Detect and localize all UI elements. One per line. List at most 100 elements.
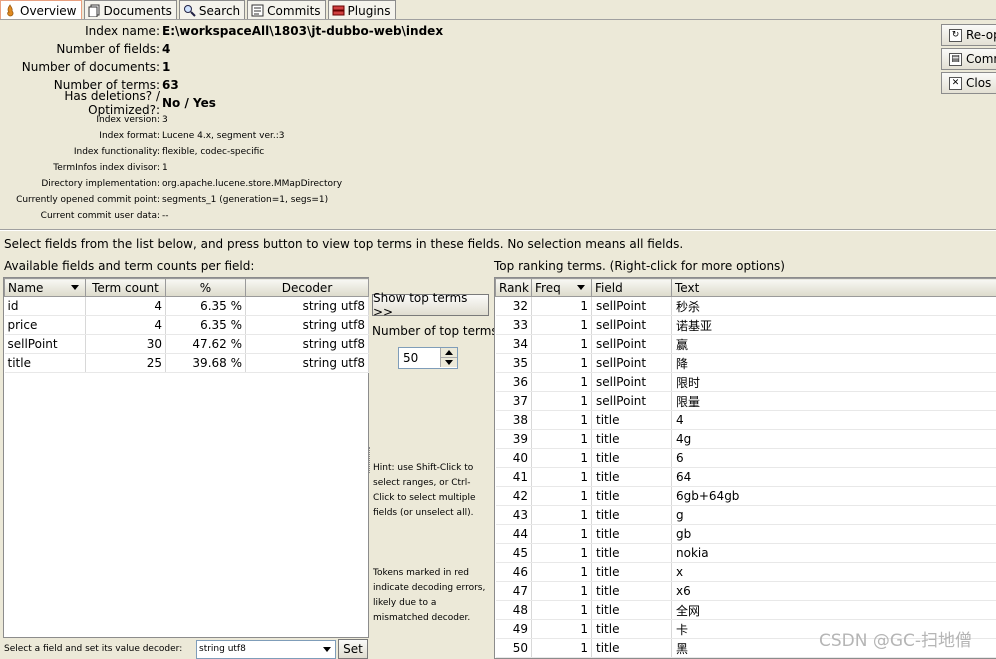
table-row[interactable]: 321sellPoint秒杀 xyxy=(496,297,996,316)
term-field-cell: title xyxy=(592,430,672,449)
term-freq-cell: 1 xyxy=(532,487,592,506)
table-row[interactable]: 451titlenokia xyxy=(496,544,996,563)
term-field-cell: title xyxy=(592,525,672,544)
field-decoder-cell: string utf8 xyxy=(246,335,369,354)
term-freq-cell: 1 xyxy=(532,639,592,658)
term-rank-cell: 46 xyxy=(496,563,532,582)
table-row[interactable]: price46.35 %string utf8 xyxy=(5,316,369,335)
table-row[interactable]: sellPoint3047.62 %string utf8 xyxy=(5,335,369,354)
table-row[interactable]: 331sellPoint诺基亚 xyxy=(496,316,996,335)
num-docs-row: Number of documents: 1 xyxy=(0,58,170,76)
decoder-select[interactable]: string utf8 xyxy=(196,640,336,659)
table-row[interactable]: title2539.68 %string utf8 xyxy=(5,354,369,373)
fields-header-name[interactable]: Name xyxy=(5,279,86,297)
table-row[interactable]: 431titleg xyxy=(496,506,996,525)
term-freq-cell: 1 xyxy=(532,430,592,449)
user-data-value: -- xyxy=(162,211,169,221)
num-top-terms-spinner[interactable]: 50 xyxy=(398,347,458,369)
functionality-label: Index functionality: xyxy=(0,147,162,157)
terms-header-text[interactable]: Text xyxy=(672,279,996,297)
table-row[interactable]: 421title6gb+64gb xyxy=(496,487,996,506)
tab-search[interactable]: Search xyxy=(179,0,245,20)
set-decoder-button[interactable]: Set xyxy=(338,639,368,659)
decoder-label: Select a field and set its value decoder… xyxy=(4,644,182,654)
fields-header-pct[interactable]: % xyxy=(166,279,246,297)
term-text-cell: 6 xyxy=(672,449,996,468)
reopen-button[interactable]: ↻ Re-op xyxy=(941,24,996,46)
terms-header-rank[interactable]: Rank xyxy=(496,279,532,297)
commits-icon xyxy=(251,4,264,17)
table-row[interactable]: 471titlex6 xyxy=(496,582,996,601)
terms-header-field[interactable]: Field xyxy=(592,279,672,297)
num-docs-label: Number of documents: xyxy=(0,60,162,74)
num-top-terms-value: 50 xyxy=(403,351,418,365)
fields-header-count[interactable]: Term count xyxy=(86,279,166,297)
spinner-down-button[interactable] xyxy=(440,358,457,367)
user-data-label: Current commit user data: xyxy=(0,211,162,221)
field-count-cell: 25 xyxy=(86,354,166,373)
term-freq-cell: 1 xyxy=(532,525,592,544)
tab-documents[interactable]: Documents xyxy=(84,0,177,20)
term-text-cell: 赢 xyxy=(672,335,996,354)
term-field-cell: title xyxy=(592,563,672,582)
term-freq-cell: 1 xyxy=(532,544,592,563)
directory-row: Directory implementation: org.apache.luc… xyxy=(0,176,342,192)
divisor-value: 1 xyxy=(162,163,168,173)
close-label: Clos xyxy=(966,76,991,90)
splitter-handle[interactable] xyxy=(369,447,372,473)
terms-table: Rank Freq Field Text 321sellPoint秒杀331se… xyxy=(495,278,996,658)
term-freq-cell: 1 xyxy=(532,582,592,601)
term-text-cell: 限量 xyxy=(672,392,996,411)
functionality-value: flexible, codec-specific xyxy=(162,147,264,157)
term-freq-cell: 1 xyxy=(532,392,592,411)
num-top-terms-label: Number of top terms: xyxy=(372,324,502,338)
table-row[interactable]: 481title全网 xyxy=(496,601,996,620)
tab-label: Documents xyxy=(104,4,172,18)
table-row[interactable]: 381title4 xyxy=(496,411,996,430)
tab-overview[interactable]: Overview xyxy=(0,0,82,20)
documents-icon xyxy=(88,4,101,17)
table-row[interactable]: 411title64 xyxy=(496,468,996,487)
term-freq-cell: 1 xyxy=(532,316,592,335)
reopen-icon: ↻ xyxy=(949,29,962,42)
term-field-cell: sellPoint xyxy=(592,373,672,392)
commit-button[interactable]: ▤ Comm xyxy=(941,48,996,70)
decoder-select-value: string utf8 xyxy=(199,644,246,654)
num-fields-row: Number of fields: 4 xyxy=(0,40,170,58)
table-row[interactable]: 461titlex xyxy=(496,563,996,582)
close-button[interactable]: ✕ Clos xyxy=(941,72,996,94)
field-pct-cell: 6.35 % xyxy=(166,297,246,316)
term-text-cell: g xyxy=(672,506,996,525)
terms-header-freq[interactable]: Freq xyxy=(532,279,592,297)
tab-plugins[interactable]: Plugins xyxy=(328,0,396,20)
table-row[interactable]: id46.35 %string utf8 xyxy=(5,297,369,316)
term-rank-cell: 44 xyxy=(496,525,532,544)
table-row[interactable]: 371sellPoint限量 xyxy=(496,392,996,411)
fields-table-panel: Name Term count % Decoder id46.35 %strin… xyxy=(3,277,369,638)
deletions-value: No / Yes xyxy=(162,96,216,110)
plugins-icon xyxy=(332,4,345,17)
table-row[interactable]: 401title6 xyxy=(496,449,996,468)
term-rank-cell: 45 xyxy=(496,544,532,563)
version-label: Index version: xyxy=(0,115,162,125)
table-row[interactable]: 351sellPoint降 xyxy=(496,354,996,373)
spinner-up-button[interactable] xyxy=(440,348,457,358)
fields-header-decoder[interactable]: Decoder xyxy=(246,279,369,297)
index-name-value: E:\workspaceAll\1803\jt-dubbo-web\index xyxy=(162,24,443,38)
table-row[interactable]: 341sellPoint赢 xyxy=(496,335,996,354)
term-text-cell: x xyxy=(672,563,996,582)
table-row[interactable]: 361sellPoint限时 xyxy=(496,373,996,392)
table-row[interactable]: 391title4g xyxy=(496,430,996,449)
table-row[interactable]: 441titlegb xyxy=(496,525,996,544)
directory-value: org.apache.lucene.store.MMapDirectory xyxy=(162,179,342,189)
term-rank-cell: 43 xyxy=(496,506,532,525)
num-terms-value: 63 xyxy=(162,78,179,92)
tab-commits[interactable]: Commits xyxy=(247,0,325,20)
field-pct-cell: 6.35 % xyxy=(166,316,246,335)
term-field-cell: sellPoint xyxy=(592,392,672,411)
show-top-terms-button[interactable]: Show top terms >> xyxy=(372,294,489,316)
term-rank-cell: 34 xyxy=(496,335,532,354)
term-freq-cell: 1 xyxy=(532,468,592,487)
term-text-cell: 秒杀 xyxy=(672,297,996,316)
term-field-cell: sellPoint xyxy=(592,297,672,316)
